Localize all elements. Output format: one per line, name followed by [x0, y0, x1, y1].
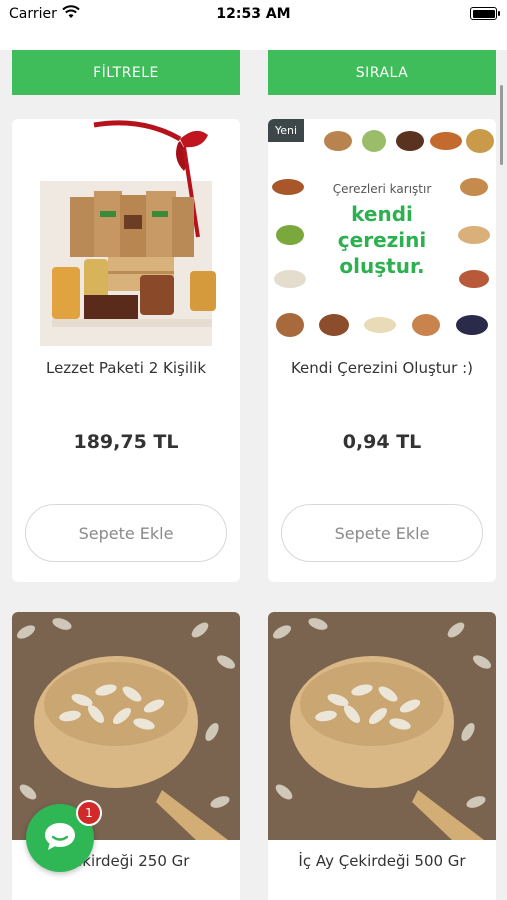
status-bar: Carrier 12:53 AM [0, 0, 507, 30]
sunflower-seeds-photo[interactable] [268, 612, 496, 840]
chat-unread-badge: 1 [76, 800, 102, 826]
promo-line-3: çerezini [338, 228, 426, 252]
mixed-nuts-photo[interactable]: Çerezleri karıştır kendi çerezini oluştu… [268, 119, 496, 347]
product-card[interactable]: Lezzet Paketi 2 Kişilik 189,75 TL Sepete… [12, 119, 240, 582]
promo-line-1: Çerezleri karıştır [333, 182, 432, 196]
product-name[interactable]: Lezzet Paketi 2 Kişilik [12, 359, 240, 377]
clock: 12:53 AM [216, 6, 291, 22]
new-badge: Yeni [268, 119, 305, 142]
product-card[interactable]: Yeni Çerezleri karıştır kendi çerezini o… [268, 119, 496, 582]
add-to-cart-button[interactable]: Sepete Ekle [25, 504, 227, 562]
product-price: 0,94 TL [342, 431, 422, 453]
sort-button[interactable]: SIRALA [268, 50, 496, 95]
promo-line-4: oluştur. [339, 254, 424, 278]
product-price: 189,75 TL [73, 431, 179, 453]
promo-line-2: kendi [351, 202, 413, 226]
product-name[interactable]: Kendi Çerezini Oluştur :) [268, 359, 496, 377]
gift-package-photo[interactable] [12, 119, 240, 347]
product-card[interactable]: İç Ay Çekirdeği 500 Gr [268, 612, 496, 900]
filter-button[interactable]: FİLTRELE [12, 50, 240, 95]
battery-icon [470, 7, 500, 20]
scrollbar[interactable] [500, 85, 503, 165]
product-name[interactable]: İç Ay Çekirdeği 500 Gr [268, 852, 496, 870]
chat-bubble-icon [42, 820, 78, 856]
add-to-cart-button[interactable]: Sepete Ekle [281, 504, 483, 562]
